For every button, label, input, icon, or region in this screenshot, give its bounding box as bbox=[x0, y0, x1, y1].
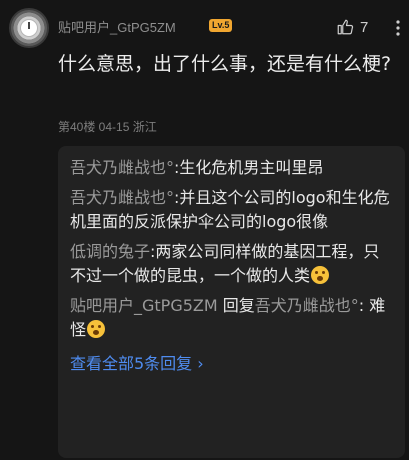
avatar[interactable] bbox=[9, 8, 49, 48]
like-button[interactable]: 7 bbox=[336, 18, 368, 36]
view-all-label: 查看全部5条回复 bbox=[70, 354, 193, 373]
reply-separator: : bbox=[358, 296, 365, 315]
reply-author[interactable]: 贴吧用户_GtPG5ZM bbox=[70, 296, 218, 315]
reply-author[interactable]: 吾犬乃雌战也° bbox=[70, 158, 174, 177]
reply-author[interactable]: 低调的兔子 bbox=[70, 242, 150, 261]
grimace-emoji-icon bbox=[87, 320, 106, 338]
reply-text: 生化危机男主叫里昂 bbox=[179, 158, 324, 177]
comment-meta: 第40楼 04-15 浙江 bbox=[58, 120, 157, 134]
comment-text: 什么意思，出了什么事，还是有什么梗? bbox=[58, 53, 392, 75]
grimace-emoji-icon bbox=[311, 266, 330, 284]
reply-item[interactable]: 吾犬乃雌战也°:并且这个公司的logo和生化危机里面的反派保护伞公司的logo很… bbox=[70, 186, 395, 234]
username[interactable]: 贴吧用户_GtPG5ZM bbox=[58, 17, 176, 36]
reply-target[interactable]: 吾犬乃雌战也° bbox=[255, 296, 359, 315]
level-badge: Lv.5 bbox=[209, 19, 233, 32]
reply-card[interactable]: 吾犬乃雌战也°:生化危机男主叫里昂 吾犬乃雌战也°:并且这个公司的logo和生化… bbox=[58, 146, 405, 458]
chevron-right-icon: › bbox=[197, 354, 204, 373]
vertical-ellipsis-icon[interactable] bbox=[393, 18, 403, 38]
reply-item[interactable]: 吾犬乃雌战也°:生化危机男主叫里昂 bbox=[70, 156, 395, 180]
view-all-replies-link[interactable]: 查看全部5条回复 › bbox=[70, 352, 204, 376]
thumbs-up-icon bbox=[337, 19, 354, 35]
reply-connector: 回复 bbox=[222, 296, 255, 315]
reply-item[interactable]: 贴吧用户_GtPG5ZM 回复吾犬乃雌战也°: 难怪 bbox=[70, 294, 395, 342]
like-count: 7 bbox=[360, 18, 369, 36]
reply-item[interactable]: 低调的兔子:两家公司同样做的基因工程，只不过一个做的昆虫，一个做的人类 bbox=[70, 240, 395, 288]
reply-author[interactable]: 吾犬乃雌战也° bbox=[70, 188, 174, 207]
avatar-clock-hand bbox=[28, 22, 30, 29]
